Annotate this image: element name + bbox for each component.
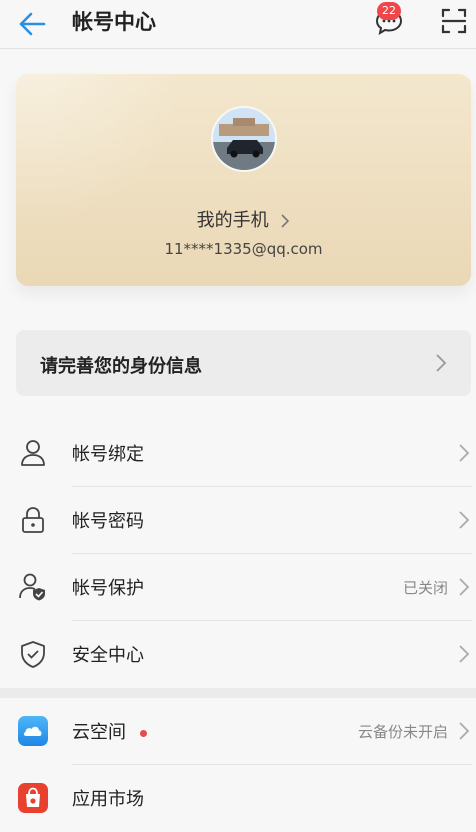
shield-icon <box>21 641 45 668</box>
avatar-photo-icon <box>213 108 275 170</box>
complete-identity-banner[interactable]: 请完善您的身份信息 <box>16 330 471 396</box>
cloud-backup-status: 云备份未开启 <box>357 723 448 741</box>
scan-icon <box>441 8 467 34</box>
protection-status: 已关闭 <box>402 579 448 597</box>
back-button[interactable] <box>16 8 48 40</box>
lock-icon <box>22 507 44 533</box>
menu-item-account-password[interactable]: 帐号密码 <box>0 487 476 554</box>
group-separator <box>0 688 476 698</box>
chevron-right-icon <box>459 645 470 663</box>
app-market-icon <box>18 783 48 813</box>
scan-button[interactable] <box>440 7 468 35</box>
menu-item-label: 帐号绑定 <box>72 444 144 465</box>
menu-item-account-binding[interactable]: 帐号绑定 <box>0 420 476 487</box>
account-settings-list: 帐号绑定 帐号密码 帐号保护 已关闭 安全中心 <box>0 420 476 688</box>
account-card[interactable]: 我的手机 11****1335@qq.com <box>16 74 471 286</box>
account-name-link[interactable]: 我的手机 <box>16 206 471 232</box>
page-title: 帐号中心 <box>72 10 156 34</box>
chevron-right-icon <box>459 444 470 462</box>
account-email: 11****1335@qq.com <box>164 240 323 258</box>
avatar[interactable] <box>211 106 277 172</box>
menu-item-label: 帐号密码 <box>72 511 144 532</box>
account-name: 我的手机 <box>196 210 269 231</box>
chevron-right-icon <box>436 354 447 372</box>
menu-item-label: 安全中心 <box>72 645 144 666</box>
chevron-right-icon <box>281 214 290 228</box>
person-icon <box>21 440 45 466</box>
message-count-badge: 22 <box>377 2 401 20</box>
menu-item-cloud-space[interactable]: 云空间 云备份未开启 <box>0 698 476 765</box>
cloud-space-label: 云空间 <box>72 722 126 743</box>
menu-item-account-protection[interactable]: 帐号保护 已关闭 <box>0 554 476 621</box>
services-list: 云空间 云备份未开启 应用市场 <box>0 698 476 832</box>
menu-item-label: 云空间 <box>72 718 147 744</box>
menu-item-label: 应用市场 <box>72 789 144 810</box>
menu-item-label: 帐号保护 <box>72 578 144 599</box>
back-arrow-icon <box>19 12 46 36</box>
person-shield-icon <box>19 573 45 601</box>
chevron-right-icon <box>459 511 470 529</box>
top-bar: 帐号中心 22 <box>0 0 476 49</box>
unread-dot <box>140 729 147 737</box>
cloud-icon <box>18 716 48 746</box>
menu-item-security-center[interactable]: 安全中心 <box>0 621 476 688</box>
chevron-right-icon <box>459 578 470 596</box>
chevron-right-icon <box>459 722 470 740</box>
identity-notice-text: 请完善您的身份信息 <box>40 356 202 377</box>
